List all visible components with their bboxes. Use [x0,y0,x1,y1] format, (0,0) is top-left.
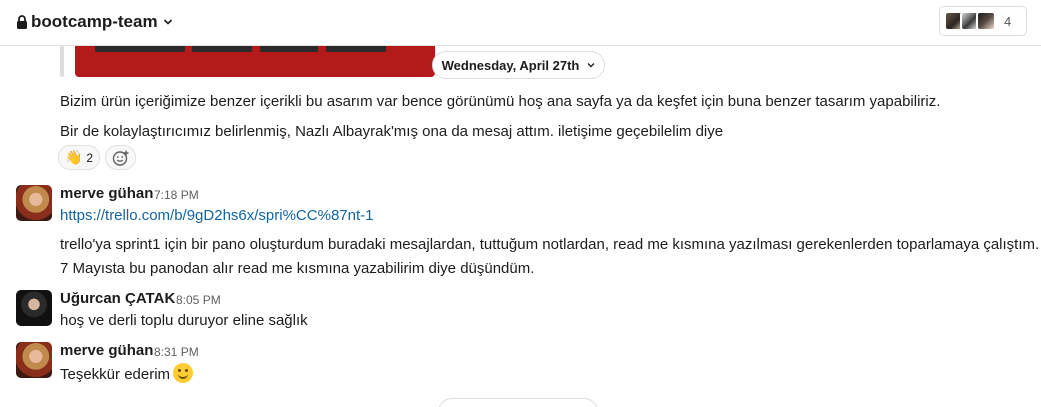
avatar[interactable] [16,185,52,221]
channel-title-button[interactable]: bootcamp-team [16,11,173,33]
member-count: 4 [1004,13,1012,29]
message-link[interactable]: https://trello.com/b/9gD2hs6x/spri%CC%87… [60,207,373,224]
message-text: 7 Mayısta bu panodan alır read me kısmın… [60,260,535,277]
members-button[interactable]: 4 [939,6,1027,36]
date-divider-button[interactable]: Wednesday, April 27th [432,51,605,79]
chevron-down-icon [587,63,595,68]
message-text: trello'ya sprint1 için bir pano oluşturd… [60,236,1040,253]
image-attachment[interactable] [60,46,435,77]
message-text-line: Teşekkür ederim [60,363,194,383]
message-text: hoş ve derli toplu duruyor eline sağlık [60,312,308,329]
chevron-down-icon [163,19,172,25]
reaction-count: 2 [86,150,94,165]
avatar[interactable] [16,290,52,326]
sender-name[interactable]: merve gühan [60,342,153,359]
message-text: Bizim ürün içeriğimize benzer içerikli b… [60,93,941,110]
avatar[interactable] [16,342,52,378]
message-timestamp[interactable]: 8:31 PM [154,345,199,359]
image-thumbnail [95,46,185,52]
date-divider-button[interactable] [438,398,598,407]
channel-header: bootcamp-team 4 [0,0,1041,46]
wave-emoji: 👋 [64,149,83,165]
sender-name[interactable]: Uğurcan ÇATAK [60,290,175,307]
message-timestamp[interactable]: 7:18 PM [154,188,199,202]
image-thumbnail [192,46,252,52]
smiling-face-emoji [173,363,194,383]
image-thumbnail [260,46,318,52]
attachment-image[interactable] [75,46,435,77]
add-reaction-button[interactable] [105,145,136,170]
message-text: Teşekkür ederim [60,366,171,383]
channel-name: bootcamp-team [31,12,158,31]
image-thumbnail [326,46,386,52]
date-label: Wednesday, April 27th [441,57,580,73]
message-timestamp[interactable]: 8:05 PM [176,293,221,307]
member-avatar [976,11,996,31]
message-text: Bir de kolaylaştırıcımız belirlenmiş, Na… [60,123,724,140]
reaction-pill[interactable]: 👋 2 [58,145,100,170]
sender-name[interactable]: merve gühan [60,185,153,202]
lock-icon [17,15,27,29]
add-reaction-icon [112,150,128,166]
attachment-border [60,46,64,77]
